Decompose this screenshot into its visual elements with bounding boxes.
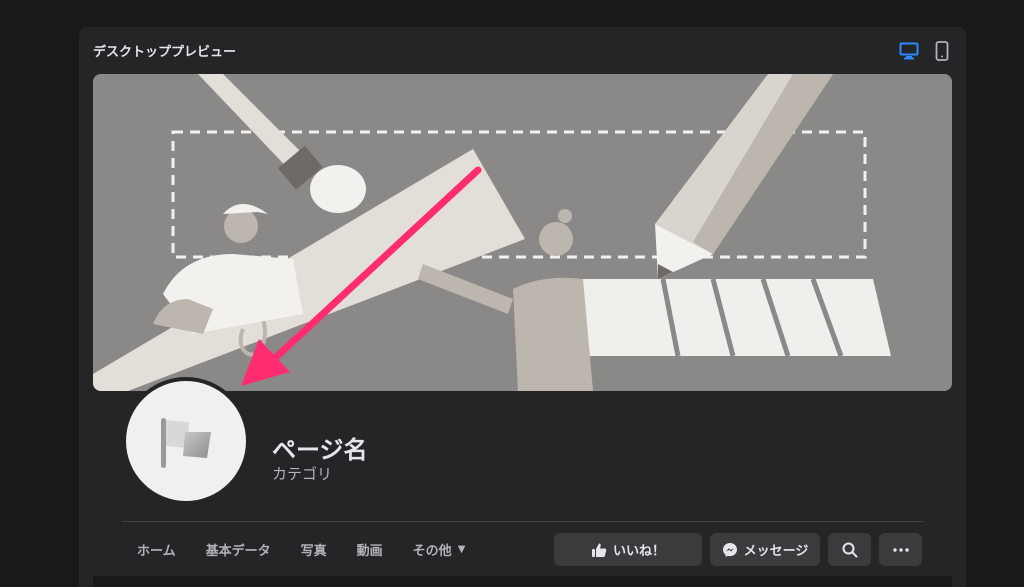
thumbs-up-icon xyxy=(591,543,607,557)
desktop-preview-toggle[interactable] xyxy=(898,40,920,62)
more-options-button[interactable] xyxy=(879,533,922,566)
like-button[interactable]: いいね！ xyxy=(554,533,702,566)
mobile-icon xyxy=(935,41,949,61)
tab-about[interactable]: 基本データ xyxy=(191,532,286,566)
caret-down-icon: ▼ xyxy=(457,543,466,555)
message-button-label: メッセージ xyxy=(743,544,809,559)
tab-more-label: その他 xyxy=(412,543,452,559)
messenger-icon xyxy=(722,542,737,557)
preview-panel: デスクトッププレビュー ページ名 カテゴリ ホーム 基本データ 写真 動画 その… xyxy=(79,27,966,587)
search-button[interactable] xyxy=(828,533,871,566)
cover-illustration xyxy=(93,74,952,391)
cover-photo[interactable] xyxy=(93,74,952,391)
search-icon xyxy=(842,542,857,557)
profile-picture[interactable] xyxy=(122,377,250,505)
desktop-icon xyxy=(899,42,919,60)
more-icon xyxy=(892,547,909,552)
tab-videos[interactable]: 動画 xyxy=(342,532,398,566)
content-area-edge xyxy=(93,576,952,587)
tab-photos[interactable]: 写真 xyxy=(286,532,342,566)
panel-title: デスクトッププレビュー xyxy=(93,45,237,60)
page-name: ページ名 xyxy=(272,436,368,464)
like-button-label: いいね！ xyxy=(612,544,665,559)
flag-icon xyxy=(161,418,211,468)
message-button[interactable]: メッセージ xyxy=(710,533,820,566)
tab-home[interactable]: ホーム xyxy=(122,532,191,566)
divider xyxy=(122,521,923,522)
page-category: カテゴリ xyxy=(272,465,333,483)
tab-more[interactable]: その他 ▼ xyxy=(398,532,481,566)
mobile-preview-toggle[interactable] xyxy=(931,40,953,62)
page-nav: ホーム 基本データ 写真 動画 その他 ▼ xyxy=(122,532,480,566)
profile-picture-placeholder xyxy=(126,381,246,501)
